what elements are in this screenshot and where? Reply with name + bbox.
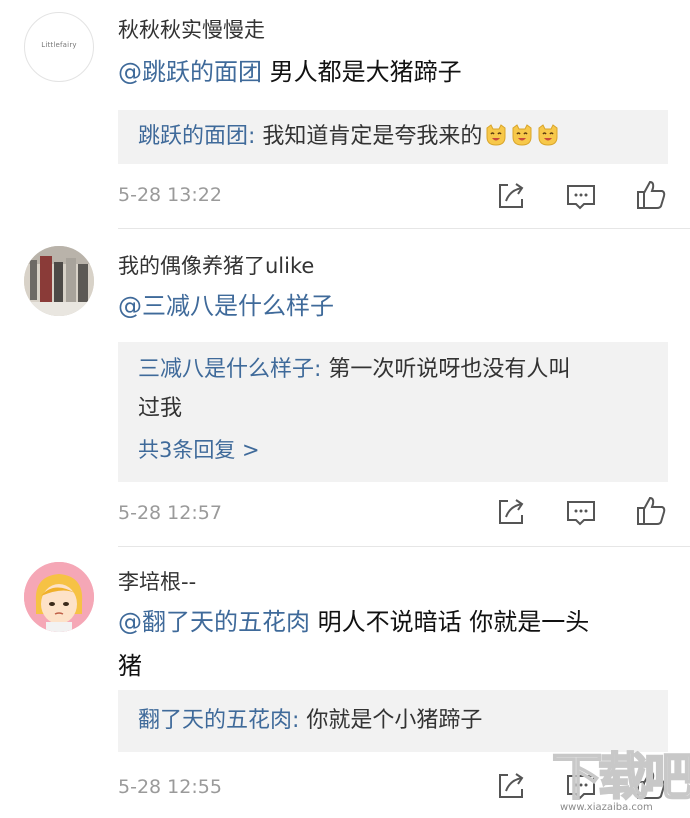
share-icon [494, 770, 530, 802]
comment-button[interactable] [564, 496, 600, 530]
comment-divider [118, 546, 690, 547]
comment-time: 5-28 12:57 [118, 502, 222, 524]
cartoon-girl-avatar-icon [24, 562, 94, 632]
avatar-logo-text: Littlefairy [41, 41, 77, 49]
reply-username[interactable]: 三减八是什么样子: [138, 357, 321, 382]
reply-username[interactable]: 跳跃的面团: [138, 124, 255, 149]
reply-line: 跳跃的面团: 我知道肯定是夸我来的 [138, 117, 648, 156]
laughing-cat-emoji [536, 121, 560, 146]
reply-preview[interactable]: 三减八是什么样子: 第一次听说呀也没有人叫 过我 共3条回复 > [118, 342, 668, 482]
reply-line: 翻了天的五花肉: 你就是个小猪蹄子 [138, 701, 648, 740]
comment-text-line2: 猪 [118, 652, 142, 680]
like-icon [634, 494, 670, 528]
avatar[interactable]: Littlefairy [24, 12, 94, 82]
mention-link[interactable]: @翻了天的五花肉 [118, 608, 310, 636]
reply-username[interactable]: 翻了天的五花肉: [138, 708, 299, 733]
comment-text: @翻了天的五花肉 明人不说暗话 你就是一头 猪 [118, 600, 660, 688]
like-button[interactable] [634, 494, 670, 528]
comment-item: 我的偶像养猪了ulike @三减八是什么样子 三减八是什么样子: 第一次听说呀也… [0, 230, 690, 546]
reply-text: 第一次听说呀也没有人叫 [328, 357, 571, 382]
share-icon [494, 496, 530, 528]
avatar[interactable] [24, 562, 94, 632]
comment-time: 5-28 13:22 [118, 184, 222, 206]
comment-text: @三减八是什么样子 [118, 284, 660, 328]
reply-preview[interactable]: 跳跃的面团: 我知道肯定是夸我来的 [118, 110, 668, 164]
mention-link[interactable]: @跳跃的面团 [118, 58, 262, 86]
mention-link[interactable]: @三减八是什么样子 [118, 292, 334, 320]
avatar[interactable] [24, 246, 94, 316]
comment-time: 5-28 12:55 [118, 776, 222, 798]
share-button[interactable] [494, 496, 530, 530]
reply-line-2: 过我 [138, 396, 183, 421]
reply-text: 你就是个小猪蹄子 [306, 708, 483, 733]
share-icon [494, 180, 530, 212]
comment-text-line1: 明人不说暗话 你就是一头 [317, 608, 590, 636]
avatar-photo [24, 246, 94, 316]
watermark-url: www.xiazaiba.com [560, 802, 653, 813]
comment-divider [118, 228, 690, 229]
comment-username[interactable]: 李培根-- [118, 566, 196, 596]
comment-item: Littlefairy 秋秋秋实慢慢走 @跳跃的面团 男人都是大猪蹄子 跳跃的面… [0, 0, 690, 230]
comment-username[interactable]: 我的偶像养猪了ulike [118, 250, 314, 280]
more-replies-link[interactable]: 共3条回复 > [138, 430, 648, 470]
share-button[interactable] [494, 770, 530, 804]
comment-username[interactable]: 秋秋秋实慢慢走 [118, 14, 265, 44]
reply-text: 我知道肯定是夸我来的 [262, 124, 483, 149]
reply-line: 三减八是什么样子: 第一次听说呀也没有人叫 [138, 350, 648, 389]
comment-text-content: 男人都是大猪蹄子 [269, 58, 462, 86]
comment-icon [564, 496, 600, 528]
watermark-text: 下载吧 [552, 748, 690, 806]
comment-icon [564, 180, 600, 212]
like-button[interactable] [634, 178, 670, 212]
comment-button[interactable] [564, 180, 600, 214]
laughing-cat-emoji [484, 121, 508, 146]
comment-text: @跳跃的面团 男人都是大猪蹄子 [118, 50, 660, 94]
like-icon [634, 178, 670, 212]
laughing-cat-emoji [510, 121, 534, 146]
share-button[interactable] [494, 180, 530, 214]
